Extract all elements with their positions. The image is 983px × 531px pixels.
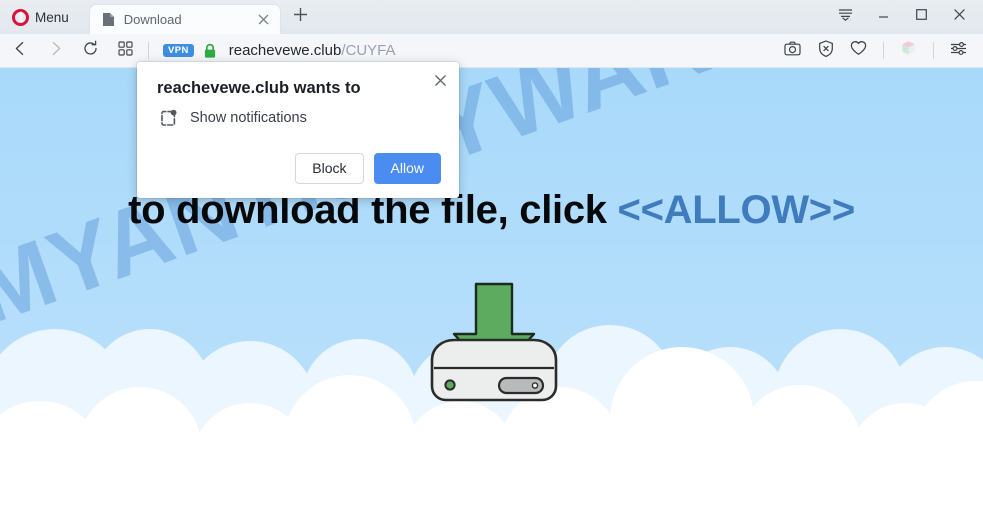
reload-icon (82, 40, 99, 62)
permission-label: Show notifications (190, 110, 307, 126)
permission-row: Show notifications (157, 107, 441, 129)
window-controls (827, 0, 983, 34)
minimize-icon (877, 8, 890, 26)
adblock-button[interactable] (812, 37, 839, 64)
easy-setup-button[interactable] (945, 37, 972, 64)
dialog-actions: Block Allow (155, 153, 441, 185)
forward-button[interactable] (40, 36, 70, 66)
url-field[interactable]: VPN reachevewe.club/CUYFA (163, 42, 396, 59)
extensions-button[interactable] (895, 37, 922, 64)
close-icon (953, 8, 966, 26)
url-host: reachevewe.club (228, 42, 342, 59)
tab-strip: Menu Download (0, 0, 983, 34)
speed-dial-button[interactable] (110, 36, 140, 66)
reload-button[interactable] (75, 36, 105, 66)
plus-icon (293, 7, 308, 27)
camera-button[interactable] (779, 37, 806, 64)
url-path: /CUYFA (341, 42, 396, 59)
notification-permission-dialog: reachevewe.club wants to Show notificati… (137, 62, 459, 199)
notification-bell-icon (157, 107, 179, 129)
opera-logo-icon (12, 8, 29, 26)
back-button[interactable] (5, 36, 35, 66)
tab-list-icon (838, 8, 853, 26)
adblock-shield-icon (818, 39, 834, 62)
forward-arrow-icon (48, 41, 63, 61)
tab-list-button[interactable] (827, 3, 863, 31)
opera-menu-button[interactable]: Menu (8, 4, 79, 30)
heart-icon (850, 40, 867, 61)
hard-drive-download-icon (404, 282, 584, 412)
allow-button[interactable]: Allow (373, 153, 441, 185)
toolbar-right-icons (776, 37, 983, 64)
new-tab-button[interactable] (287, 3, 315, 31)
lock-icon[interactable] (203, 43, 217, 59)
dialog-title: reachevewe.club wants to (157, 79, 361, 97)
back-arrow-icon (13, 41, 28, 61)
tab-download[interactable]: Download (88, 4, 281, 34)
vpn-badge[interactable]: VPN (163, 43, 194, 58)
block-button[interactable]: Block (295, 153, 364, 185)
menu-button-label: Menu (35, 9, 69, 25)
maximize-icon (915, 8, 928, 26)
document-icon (102, 12, 115, 27)
camera-icon (784, 41, 801, 61)
easy-setup-sliders-icon (950, 41, 967, 61)
close-icon[interactable] (255, 11, 272, 28)
extensions-cube-icon (899, 39, 918, 63)
browser-window: Menu Download VPN reachevewe.club/CUYFA … (0, 0, 983, 531)
window-close-button[interactable] (941, 3, 977, 31)
toolbar-divider (883, 42, 884, 59)
minimize-button[interactable] (865, 3, 901, 31)
toolbar-divider (933, 42, 934, 59)
grid-icon (117, 40, 133, 61)
close-icon[interactable] (430, 70, 450, 90)
headline-allow-text: <<ALLOW>> (617, 188, 856, 232)
url-text: reachevewe.club/CUYFA (229, 42, 396, 59)
toolbar-divider (148, 42, 149, 59)
maximize-button[interactable] (903, 3, 939, 31)
favorites-button[interactable] (845, 37, 872, 64)
tab-title: Download (123, 12, 182, 27)
